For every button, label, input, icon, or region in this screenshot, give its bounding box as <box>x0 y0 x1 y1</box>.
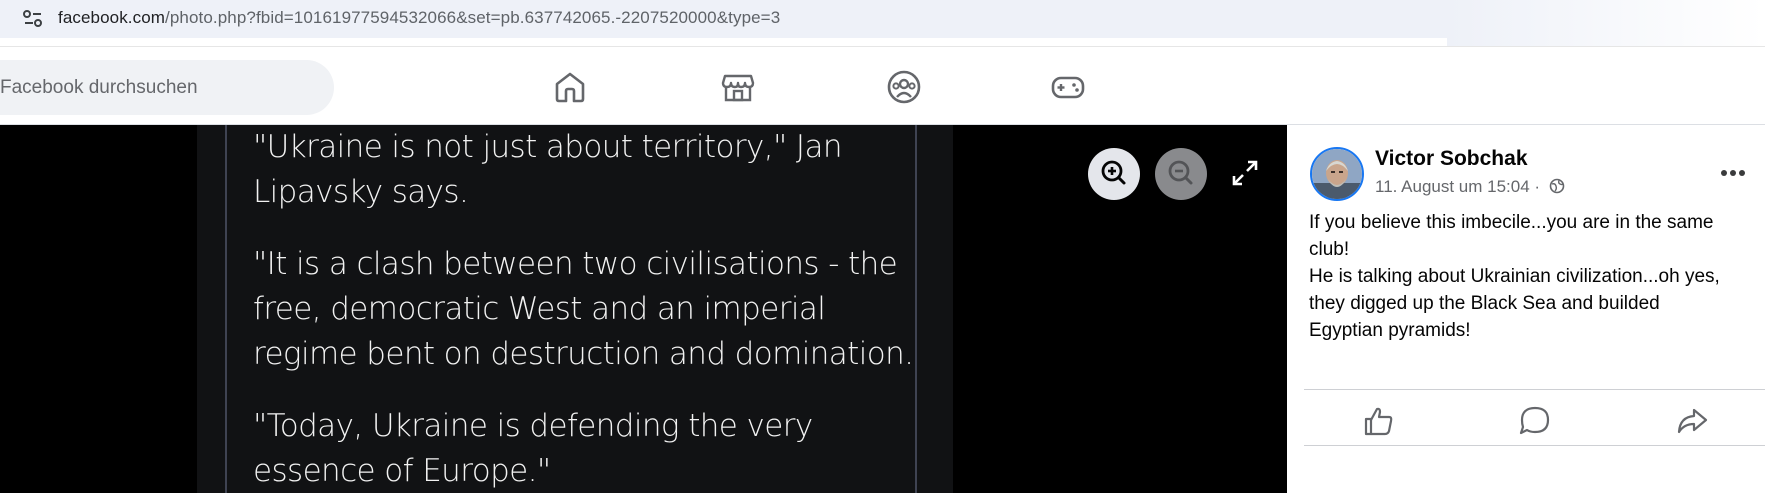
browser-address-bar: facebook.com/photo.php?fbid=101619775945… <box>0 0 1765 46</box>
post-text-line: club! <box>1309 239 1350 260</box>
post-text-line: He is talking about Ukrainian civilizati… <box>1309 266 1720 287</box>
post-text-line: they digged up the Black Sea and builded <box>1309 293 1660 314</box>
post-date[interactable]: 11. August um 15:04 <box>1375 177 1530 196</box>
url-domain: facebook.com <box>58 8 166 27</box>
post-meta: 11. August um 15:04 · <box>1375 177 1565 197</box>
quote-paragraph-2: "It is a clash between two civilisations… <box>253 242 914 377</box>
url-text[interactable]: facebook.com/photo.php?fbid=101619775945… <box>58 8 780 28</box>
facebook-header <box>0 47 1765 125</box>
quote-line: regime bent on destruction and dominatio… <box>253 336 914 372</box>
post-text-line: Egyptian pyramids! <box>1309 320 1471 341</box>
address-bar-fade <box>1447 0 1765 46</box>
like-icon[interactable] <box>1359 401 1399 441</box>
quote-line: "Ukraine is not just about territory," J… <box>253 129 842 165</box>
zoom-in-button[interactable] <box>1088 148 1140 200</box>
more-options-icon[interactable] <box>1721 165 1751 181</box>
marketplace-icon[interactable] <box>720 69 756 105</box>
quote-paragraph-1: "Ukraine is not just about territory," J… <box>253 125 842 215</box>
home-icon[interactable] <box>552 69 588 105</box>
zoom-out-icon <box>1168 160 1193 185</box>
photo: "Ukraine is not just about territory," J… <box>197 125 953 493</box>
globe-icon[interactable] <box>1549 178 1565 194</box>
search-input[interactable] <box>0 60 320 115</box>
quote-line: Lipavsky says. <box>253 174 469 210</box>
actions-divider-top <box>1304 389 1765 390</box>
site-info-icon[interactable] <box>22 9 44 29</box>
url-path: /photo.php?fbid=10161977594532066&set=pb… <box>165 8 781 27</box>
groups-icon[interactable] <box>886 69 922 105</box>
zoom-out-button[interactable] <box>1155 148 1207 200</box>
quote-line: "Today, Ukraine is defending the very <box>253 408 813 444</box>
search-box[interactable] <box>0 60 334 115</box>
photo-viewer: "Ukraine is not just about territory," J… <box>0 125 1287 493</box>
post-panel: Victor Sobchak 11. August um 15:04 · If … <box>1287 125 1765 493</box>
comment-icon[interactable] <box>1515 401 1555 441</box>
fullscreen-icon[interactable] <box>1230 158 1260 188</box>
share-icon[interactable] <box>1672 401 1712 441</box>
quote-line: essence of Europe." <box>253 453 551 489</box>
quote-line: "It is a clash between two civilisations… <box>253 246 898 282</box>
meta-separator: · <box>1534 177 1541 196</box>
quote-line: free, democratic West and an imperial <box>253 291 826 327</box>
post-text-line: If you believe this imbecile...you are i… <box>1309 212 1714 233</box>
actions-divider-bottom <box>1304 445 1765 446</box>
gaming-icon[interactable] <box>1050 69 1086 105</box>
avatar[interactable] <box>1310 147 1364 201</box>
zoom-in-icon <box>1101 160 1126 185</box>
post-author[interactable]: Victor Sobchak <box>1375 147 1528 171</box>
quote-paragraph-3: "Today, Ukraine is defending the very es… <box>253 404 813 493</box>
post-text: If you believe this imbecile...you are i… <box>1309 209 1754 344</box>
